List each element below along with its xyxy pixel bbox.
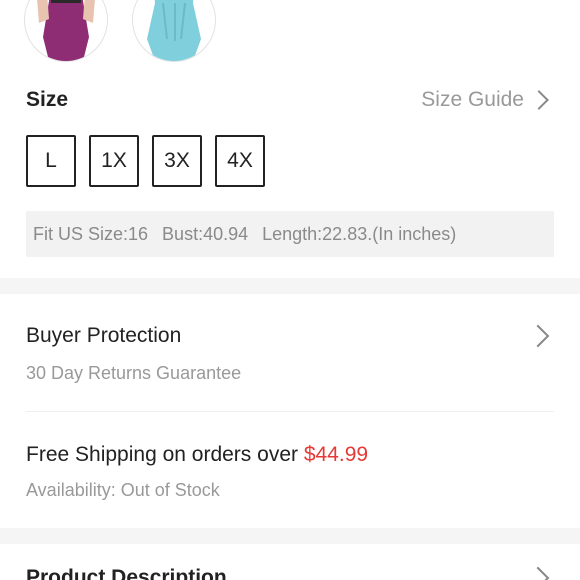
size-guide-link[interactable]: Size Guide [421, 88, 550, 112]
size-title: Size [26, 88, 69, 111]
size-options: L 1X 3X 4X [26, 135, 265, 187]
size-guide-label: Size Guide [421, 88, 524, 111]
size-option-1x[interactable]: 1X [89, 135, 139, 187]
size-option-l[interactable]: L [26, 135, 76, 187]
chevron-right-icon [529, 90, 549, 110]
fit-bust: Bust:40.94 [162, 223, 249, 244]
section-separator [0, 278, 580, 294]
teal-top-image [147, 0, 201, 61]
section-separator [0, 528, 580, 544]
color-thumbnails [24, 0, 216, 62]
fit-us-size: Fit US Size:16 [33, 223, 149, 244]
size-header: Size Size Guide [26, 88, 550, 116]
buyer-protection-title: Buyer Protection [26, 324, 182, 347]
shipping-threshold-price: $44.99 [303, 443, 369, 466]
color-option-teal[interactable] [132, 0, 216, 62]
free-shipping-prefix: Free Shipping on orders over [26, 443, 304, 466]
product-detail-page: Size Size Guide L 1X 3X 4X Fit US Size:1… [0, 0, 580, 580]
product-description-title: Product Description [26, 566, 227, 580]
fit-length: Length:22.83.(In inches) [262, 223, 457, 244]
color-option-purple[interactable] [24, 0, 108, 62]
purple-top-image [37, 0, 95, 61]
size-option-4x[interactable]: 4X [215, 135, 265, 187]
divider [26, 411, 554, 412]
buyer-protection-subtitle: 30 Day Returns Guarantee [26, 363, 242, 383]
size-option-3x[interactable]: 3X [152, 135, 202, 187]
free-shipping-text: Free Shipping on orders over $44.99 [26, 443, 368, 467]
fit-info-box: Fit US Size:16 Bust:40.94 Length:22.83.(… [26, 211, 554, 257]
chevron-right-icon [526, 566, 550, 580]
chevron-right-icon [526, 324, 550, 348]
availability-status: Availability: Out of Stock [26, 480, 220, 500]
